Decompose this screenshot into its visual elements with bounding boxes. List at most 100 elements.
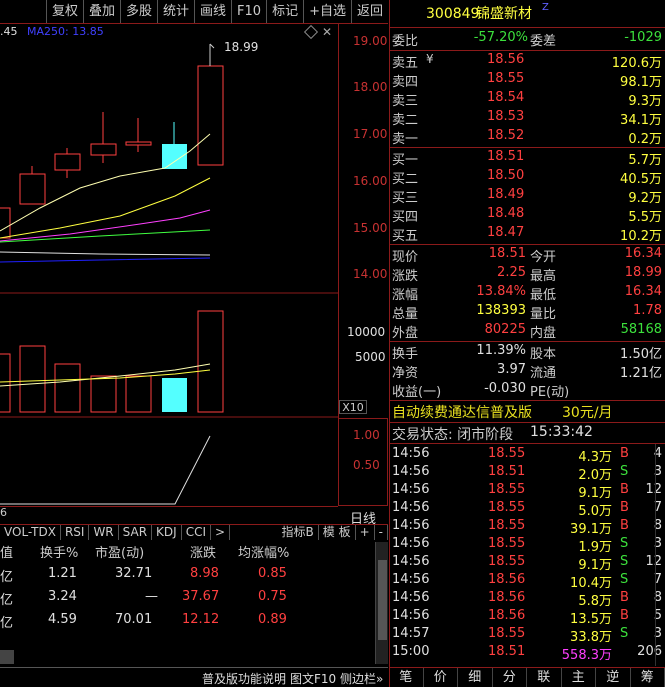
column-header[interactable]: 涨跌 [190, 542, 216, 561]
candle [19, 173, 46, 205]
tick-side: B [620, 518, 629, 533]
promo-banner[interactable]: 自动续费通达信普及版 30元/月 [390, 402, 665, 422]
price-tick: 16.00 [353, 174, 388, 188]
bid-row[interactable]: 买二 18.50 40.5万 [390, 168, 665, 187]
tick-price: 18.56 [488, 590, 526, 605]
stock-title: 300849 锦盛新材 Z [390, 0, 665, 28]
column-header[interactable]: 市盈(动) [95, 542, 144, 561]
toolbar-button-f10[interactable]: F10 [231, 0, 266, 23]
tick-price: 18.55 [488, 482, 526, 497]
tick-row[interactable]: 14:56 18.55 9.1万 S 12 [390, 554, 665, 573]
sidebar-toggle[interactable]: 侧边栏» [340, 670, 383, 687]
tab-vol-tdx[interactable]: VOL-TDX [0, 525, 61, 540]
tick-side: B [620, 482, 629, 497]
tick-side: S [620, 554, 629, 569]
tab-tick[interactable]: 笔 [389, 668, 424, 687]
tick-scrollbar[interactable] [655, 444, 665, 666]
tick-volume: 4.3万 [578, 450, 612, 465]
column-header[interactable]: 均涨幅% [238, 542, 289, 561]
ma250-line [0, 257, 211, 263]
ask-row[interactable]: 卖一 18.52 0.2万 [390, 128, 665, 147]
tab-detail[interactable]: 细 [458, 668, 493, 687]
tab-chips[interactable]: 筹 [631, 668, 665, 687]
candle [90, 143, 117, 156]
stock-code: 300849 [426, 6, 480, 22]
tick-row[interactable]: 14:56 18.55 5.0万 B 7 [390, 500, 665, 519]
ma20-line [0, 209, 211, 242]
toolbar-button-mark[interactable]: 标记 [266, 0, 303, 23]
toolbar-button-restore-rights[interactable]: 复权 [45, 0, 83, 23]
table-row[interactable]: 亿 4.59 70.01 12.12 0.89 [0, 612, 375, 632]
ask-row[interactable]: 卖二 18.53 34.1万 [390, 109, 665, 128]
tick-row[interactable]: 14:56 18.55 4.3万 B 4 [390, 446, 665, 465]
toolbar-button-draw-line[interactable]: 画线 [194, 0, 231, 23]
tab-wr[interactable]: WR [89, 525, 119, 540]
tabs-next-icon[interactable]: > [211, 525, 231, 540]
bottom-bar: 普及版功能说明 图文F10 侧边栏» [0, 667, 388, 687]
tab-cci[interactable]: CCI [182, 525, 211, 540]
tab-sar[interactable]: SAR [119, 525, 153, 540]
bid-row[interactable]: 买四 18.48 5.5万 [390, 206, 665, 225]
ask-row[interactable]: 卖四 18.55 98.1万 [390, 71, 665, 90]
tab-price[interactable]: 价 [424, 668, 458, 687]
table-header: 值 换手% 市盈(动) 涨跌 均涨幅% [0, 542, 375, 561]
stock-badge: Z [542, 2, 549, 13]
toolbar-button-back[interactable]: 返回 [350, 0, 388, 23]
tick-volume: 5.8万 [578, 594, 612, 609]
tick-row[interactable]: 14:56 18.56 13.5万 B 5 [390, 608, 665, 627]
tick-time: 14:56 [392, 536, 430, 551]
scrollbar-thumb[interactable] [378, 560, 387, 640]
column-header[interactable]: 换手% [40, 542, 78, 561]
bid-row[interactable]: 买五 18.47 10.2万 [390, 225, 665, 244]
tab-indicator-b[interactable]: 指标B [278, 525, 319, 540]
candlestick-chart [0, 43, 338, 294]
tick-row[interactable]: 14:56 18.55 39.1万 B 8 [390, 518, 665, 537]
tick-row[interactable]: 15:00 18.51 558.3万 206 [390, 644, 665, 663]
tick-row[interactable]: 14:56 18.56 5.8万 B 8 [390, 590, 665, 609]
table-scrollbar[interactable] [375, 542, 388, 664]
candle [0, 207, 11, 239]
tick-price: 18.51 [488, 644, 526, 659]
tick-row[interactable]: 14:56 18.55 1.9万 S 3 [390, 536, 665, 555]
ma60-line [0, 251, 211, 256]
plus-icon[interactable]: + [356, 525, 375, 540]
trade-status: 交易状态: 闭市阶段 15:33:42 [392, 424, 593, 443]
tab-linked[interactable]: 联 [527, 668, 562, 687]
ask-row[interactable]: 卖五 ¥ 18.56 120.6万 [390, 52, 665, 71]
ask-row[interactable]: 卖三 18.54 9.3万 [390, 90, 665, 109]
tick-row[interactable]: 14:56 18.55 9.1万 B 12 [390, 482, 665, 501]
bid-row[interactable]: 买一 18.51 5.7万 [390, 149, 665, 168]
high-marker-arrow [209, 43, 215, 49]
toolbar-button-multi-stock[interactable]: 多股 [119, 0, 157, 23]
fundamental-row: 净资 3.97 流通 1.21亿 [392, 362, 662, 381]
column-header[interactable]: 值 [0, 542, 13, 561]
weidiff-value: -1029 [624, 30, 662, 45]
horizontal-scroll-thumb[interactable] [0, 650, 14, 664]
tab-template[interactable]: 模 板 [319, 525, 356, 540]
bid-row[interactable]: 买三 18.49 9.2万 [390, 187, 665, 206]
help-link[interactable]: 普及版功能说明 [202, 670, 286, 687]
tab-minute[interactable]: 分 [493, 668, 527, 687]
tab-rsi[interactable]: RSI [61, 525, 90, 540]
f10-link[interactable]: 图文F10 [290, 670, 336, 687]
chart-toolbar: 复权 叠加 多股 统计 画线 F10 标记 +自选 返回 [0, 0, 388, 24]
tab-main[interactable]: 主 [562, 668, 596, 687]
volume-chart [0, 310, 338, 418]
table-row[interactable]: 亿 3.24 — 37.67 0.75 [0, 589, 375, 609]
tick-row[interactable]: 14:57 18.55 33.8万 S 3 [390, 626, 665, 645]
tick-row[interactable]: 14:56 18.56 10.4万 S 7 [390, 572, 665, 591]
tab-kdj[interactable]: KDJ [152, 525, 182, 540]
tick-side: B [620, 608, 629, 623]
volume-bar [54, 363, 81, 413]
minus-icon[interactable]: - [375, 525, 388, 540]
toolbar-button-add-favorite[interactable]: +自选 [303, 0, 351, 23]
tick-volume: 1.9万 [578, 540, 612, 555]
toolbar-button-statistics[interactable]: 统计 [157, 0, 194, 23]
toolbar-button-overlay[interactable]: 叠加 [82, 0, 120, 23]
tick-volume: 33.8万 [570, 630, 612, 645]
tick-volume: 39.1万 [570, 522, 612, 537]
tick-row[interactable]: 14:56 18.51 2.0万 S 3 [390, 464, 665, 483]
table-row[interactable]: 亿 1.21 32.71 8.98 0.85 [0, 566, 375, 586]
tab-reverse[interactable]: 逆 [596, 668, 631, 687]
tick-side: S [620, 536, 629, 551]
